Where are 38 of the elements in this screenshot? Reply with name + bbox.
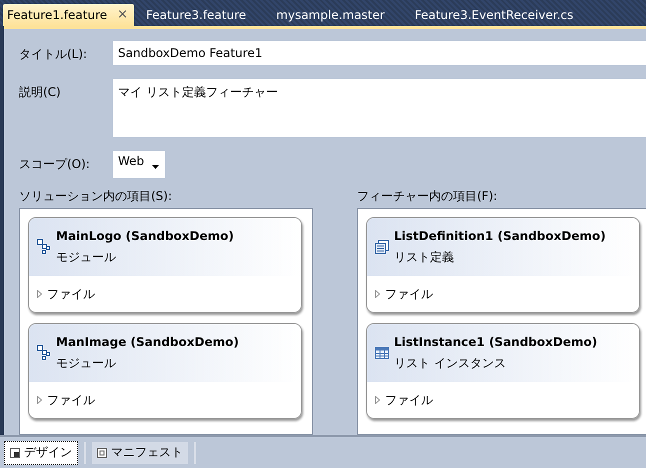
field-label: タイトル(L): <box>19 46 88 63</box>
tab[interactable]: mysample.master <box>270 4 391 26</box>
caret-icon <box>152 165 159 169</box>
item-name: ManImage (SandboxDemo) <box>56 334 239 351</box>
module-icon <box>37 345 51 361</box>
expand-icon[interactable] <box>375 290 380 298</box>
module-icon <box>37 239 51 255</box>
item-name: MainLogo (SandboxDemo) <box>56 228 234 245</box>
table-icon <box>375 347 389 359</box>
description-field[interactable]: マイ リスト定義フィーチャー <box>113 79 646 137</box>
title-field[interactable]: SandboxDemo Feature1 <box>113 41 646 65</box>
scope-dropdown[interactable]: Web <box>113 151 165 178</box>
view-tab[interactable]: マニフェスト <box>92 442 188 464</box>
view-tab[interactable]: デザイン <box>4 440 78 464</box>
design-icon <box>10 448 20 458</box>
list-icon <box>375 240 389 254</box>
expand-icon[interactable] <box>375 396 380 404</box>
expander-label[interactable]: ファイル <box>385 286 433 302</box>
section-label: ソリューション内の項目(S): <box>19 188 174 205</box>
tab[interactable]: Feature3.feature <box>140 4 252 26</box>
item-type: モジュール <box>56 249 117 266</box>
manifest-icon <box>97 448 107 458</box>
item-name: ListDefinition1 (SandboxDemo) <box>394 228 606 245</box>
close-button[interactable]: × <box>117 4 128 26</box>
expand-icon[interactable] <box>37 290 42 298</box>
section-label: フィーチャー内の項目(F): <box>357 188 498 205</box>
expand-icon[interactable] <box>37 396 42 404</box>
item-type: リスト定義 <box>394 249 455 266</box>
tab[interactable]: Feature1.feature × <box>3 4 134 26</box>
field-label: スコープ(O): <box>19 156 91 173</box>
expander-label[interactable]: ファイル <box>385 392 433 408</box>
expander-label[interactable]: ファイル <box>47 392 95 408</box>
item-name: ListInstance1 (SandboxDemo) <box>394 334 598 351</box>
field-label: 説明(C) <box>19 84 62 101</box>
tab[interactable]: Feature3.EventReceiver.cs <box>408 4 580 26</box>
expander-label[interactable]: ファイル <box>47 286 95 302</box>
item-type: モジュール <box>56 355 117 372</box>
item-type: リスト インスタンス <box>394 355 507 372</box>
